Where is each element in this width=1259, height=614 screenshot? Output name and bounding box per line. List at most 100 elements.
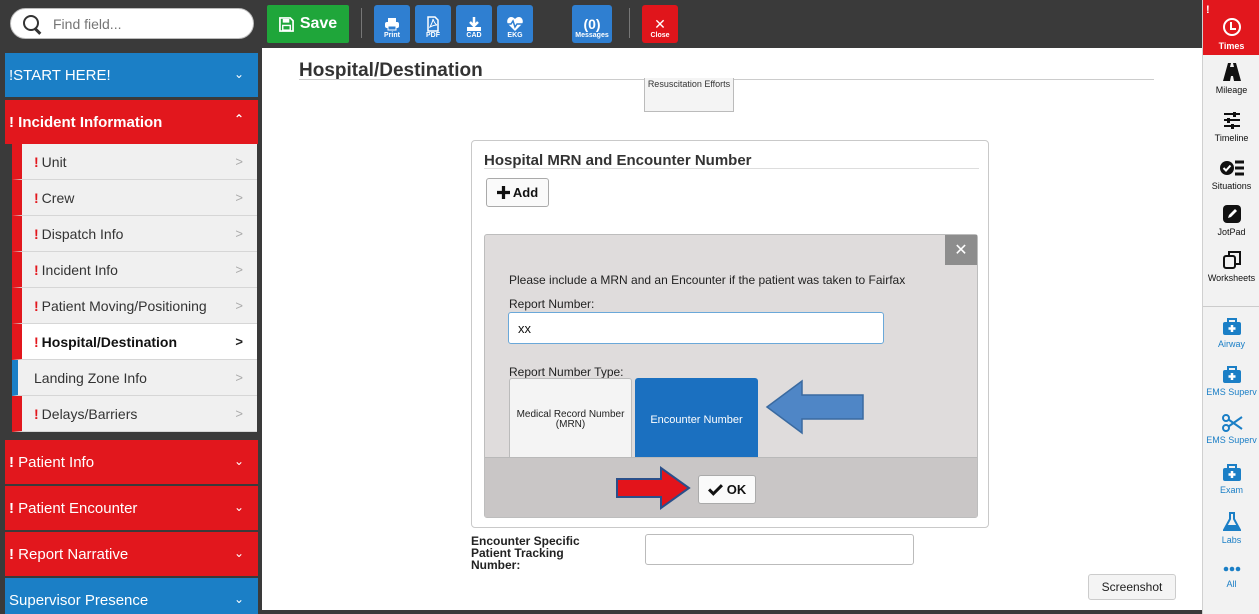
rail-item-airway[interactable]: Airway xyxy=(1203,318,1259,350)
hospital-mrn-section: Hospital MRN and Encounter Number Add ✕ … xyxy=(471,140,989,528)
option-encounter-number[interactable]: Encounter Number xyxy=(635,378,758,461)
encounter-tracking-label: Encounter Specific Patient Tracking Numb… xyxy=(471,534,580,572)
top-toolbar: Save Print PDF CAD EKG (0) Messages ✕ Cl… xyxy=(0,0,1259,48)
sidebar-item-incident-information[interactable]: ! Incident Information ⌃ xyxy=(5,100,258,144)
chevron-down-icon: ⌄ xyxy=(233,546,244,560)
required-marker: ! xyxy=(34,405,39,422)
option-medical-record-number[interactable]: Medical Record Number (MRN) xyxy=(509,378,632,461)
rail-item-timeline[interactable]: Timeline xyxy=(1203,110,1259,144)
sidebar-item-delays-barriers[interactable]: ! Delays/Barriers > xyxy=(12,396,257,432)
rail-item-mileage[interactable]: Mileage xyxy=(1203,62,1259,96)
sidebar-item-crew[interactable]: ! Crew > xyxy=(12,180,257,216)
messages-button[interactable]: (0) Messages xyxy=(572,5,612,43)
required-marker: ! xyxy=(34,225,39,242)
pdf-button[interactable]: PDF xyxy=(415,5,451,43)
encounter-tracking-input[interactable] xyxy=(645,534,914,565)
chevron-up-icon: ⌃ xyxy=(233,112,244,126)
heartbeat-icon xyxy=(507,17,523,31)
sidebar: !START HERE! ⌄ ! Incident Information ⌃ … xyxy=(0,48,262,614)
bottom-bar xyxy=(262,610,1202,614)
required-marker: ! xyxy=(1206,4,1210,16)
rail-item-worksheets[interactable]: Worksheets xyxy=(1203,250,1259,284)
chevron-right-icon: > xyxy=(235,406,243,421)
search-input[interactable] xyxy=(53,15,233,32)
modal-footer: OK xyxy=(485,457,977,517)
chevron-right-icon: > xyxy=(235,190,243,205)
pdf-icon xyxy=(427,16,439,32)
right-rail: ! Times Mileage Timeline Situations JotP… xyxy=(1202,0,1259,614)
search-icon xyxy=(21,13,43,35)
rail-item-times[interactable]: ! Times xyxy=(1203,0,1259,55)
close-icon: ✕ xyxy=(954,242,968,259)
required-marker: ! xyxy=(34,153,39,170)
sidebar-item-patient-info[interactable]: ! Patient Info ⌄ xyxy=(5,440,258,484)
blue-arrow-annotation xyxy=(765,379,864,435)
sidebar-item-hospital-destination[interactable]: ! Hospital/Destination > xyxy=(12,324,257,360)
rail-item-jotpad[interactable]: JotPad xyxy=(1203,204,1259,238)
search-box[interactable] xyxy=(10,8,254,39)
sidebar-item-report-narrative[interactable]: ! Report Narrative ⌄ xyxy=(5,532,258,576)
chevron-right-icon: > xyxy=(235,154,243,169)
chevron-right-icon: > xyxy=(235,226,243,241)
section-divider xyxy=(484,168,979,169)
chevron-right-icon: > xyxy=(235,298,243,313)
medical-kit-icon xyxy=(1222,464,1241,481)
report-number-modal: ✕ Please include a MRN and an Encounter … xyxy=(484,234,978,518)
sidebar-item-patient-moving[interactable]: ! Patient Moving/Positioning > xyxy=(12,288,257,324)
sidebar-item-incident-info[interactable]: ! Incident Info > xyxy=(12,252,257,288)
chevron-right-icon: > xyxy=(235,262,243,277)
floppy-disk-icon xyxy=(278,16,294,32)
print-icon xyxy=(385,18,399,31)
resuscitation-efforts-button[interactable]: Resuscitation Efforts xyxy=(644,78,734,112)
sidebar-item-supervisor-presence[interactable]: Supervisor Presence ⌄ xyxy=(5,578,258,614)
scissors-icon xyxy=(1221,414,1243,432)
more-icon xyxy=(1223,566,1240,572)
sidebar-item-unit[interactable]: ! Unit > xyxy=(12,144,257,180)
required-marker: ! xyxy=(34,333,39,350)
pencil-icon xyxy=(1222,205,1241,223)
add-button[interactable]: Add xyxy=(486,178,549,207)
rail-item-labs[interactable]: Labs xyxy=(1203,512,1259,546)
download-icon xyxy=(467,17,481,31)
rail-divider xyxy=(1203,306,1259,307)
rail-item-situations[interactable]: Situations xyxy=(1203,158,1259,192)
section-title: Hospital MRN and Encounter Number xyxy=(484,152,752,169)
chevron-right-icon: > xyxy=(235,334,243,349)
clock-icon xyxy=(1222,18,1241,36)
road-icon xyxy=(1222,63,1241,81)
checkmark-icon xyxy=(707,483,723,496)
copy-icon xyxy=(1222,251,1241,269)
chevron-down-icon: ⌄ xyxy=(233,592,244,606)
flask-icon xyxy=(1222,512,1241,531)
modal-close-button[interactable]: ✕ xyxy=(945,235,977,265)
required-marker: ! xyxy=(34,297,39,314)
screenshot-tooltip: Screenshot xyxy=(1088,574,1176,600)
save-button[interactable]: Save xyxy=(267,5,349,43)
sidebar-item-patient-encounter[interactable]: ! Patient Encounter ⌄ xyxy=(5,486,258,530)
sidebar-item-landing-zone-info[interactable]: Landing Zone Info > xyxy=(12,360,257,396)
sidebar-item-dispatch-info[interactable]: ! Dispatch Info > xyxy=(12,216,257,252)
rail-item-ems-superv[interactable]: EMS Superv xyxy=(1203,366,1259,398)
sidebar-item-start-here[interactable]: !START HERE! ⌄ xyxy=(5,53,258,97)
medical-kit-icon xyxy=(1222,318,1241,335)
report-number-type-label: Report Number Type: xyxy=(509,365,624,379)
main-content: Hospital/Destination Resuscitation Effor… xyxy=(262,48,1202,614)
toolbar-divider xyxy=(629,8,630,38)
checklist-icon xyxy=(1219,160,1244,176)
rail-item-exam[interactable]: Exam xyxy=(1203,464,1259,496)
ok-button[interactable]: OK xyxy=(698,475,756,504)
ekg-button[interactable]: EKG xyxy=(497,5,533,43)
required-marker: ! xyxy=(34,189,39,206)
print-button[interactable]: Print xyxy=(374,5,410,43)
chevron-right-icon: > xyxy=(235,370,243,385)
toolbar-divider xyxy=(361,8,362,38)
report-number-input[interactable] xyxy=(508,312,884,344)
report-number-label: Report Number: xyxy=(509,297,595,311)
chevron-down-icon: ⌄ xyxy=(233,454,244,468)
sliders-icon xyxy=(1223,112,1240,129)
rail-item-all[interactable]: All xyxy=(1203,562,1259,590)
rail-item-ems-superv-2[interactable]: EMS Superv xyxy=(1203,414,1259,446)
close-button[interactable]: ✕ Close xyxy=(642,5,678,43)
chevron-down-icon: ⌄ xyxy=(233,500,244,514)
cad-button[interactable]: CAD xyxy=(456,5,492,43)
